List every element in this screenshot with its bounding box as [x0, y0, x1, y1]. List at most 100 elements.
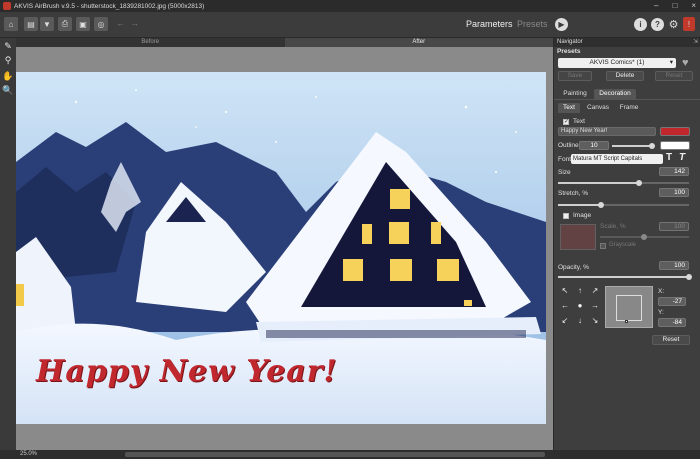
tab-divider: [554, 99, 700, 100]
preset-selected: AKVIS Comics* (1): [589, 59, 645, 66]
tab-text[interactable]: Text: [558, 103, 580, 113]
zoom-level[interactable]: 25.0%: [20, 451, 37, 457]
hand-icon[interactable]: ✋: [2, 70, 14, 82]
app-logo-icon: [3, 2, 11, 10]
close-button[interactable]: ×: [691, 1, 696, 10]
bold-icon[interactable]: T: [666, 152, 672, 163]
position-marker[interactable]: [625, 320, 628, 323]
outline-value[interactable]: 10: [579, 141, 609, 150]
outline-label: Outline: [558, 142, 579, 149]
tab-canvas[interactable]: Canvas: [584, 103, 612, 113]
heart-icon[interactable]: ♥: [682, 57, 689, 69]
tab-before[interactable]: Before: [16, 38, 285, 47]
opacity-slider[interactable]: [558, 274, 692, 280]
greeting-text[interactable]: Happy New Year!: [36, 354, 338, 389]
title-bar: AKVIS AirBrush v.9.5 - shutterstock_1839…: [0, 0, 700, 12]
outline-slider[interactable]: [612, 143, 655, 149]
size-label: Size: [558, 169, 571, 176]
arrow-up-right-icon[interactable]: ↗: [590, 286, 600, 296]
image-checkbox[interactable]: [563, 213, 569, 219]
position-arrow-pad: ↖ ↑ ↗ ← ● → ↙ ↓ ↘: [560, 286, 600, 326]
text-input[interactable]: Happy New Year!: [558, 127, 656, 136]
settings-panel: Navigator ⇲ Presets AKVIS Comics* (1) ▾ …: [553, 38, 700, 450]
settings-icon[interactable]: ⚙: [667, 18, 680, 31]
font-dropdown[interactable]: Matura MT Script Capitals: [571, 154, 663, 164]
stretch-slider[interactable]: [558, 202, 689, 208]
stamp-icon[interactable]: ⚲: [2, 54, 14, 66]
save-preset-button[interactable]: Save: [558, 71, 592, 81]
batch-icon[interactable]: ▣: [76, 17, 90, 31]
arrow-down-right-icon[interactable]: ↘: [590, 316, 600, 326]
brush-icon[interactable]: ✎: [2, 40, 14, 52]
reset-preset-button[interactable]: Reset: [655, 71, 693, 81]
y-label: Y:: [658, 309, 664, 316]
image-thumbnail[interactable]: [560, 224, 596, 250]
save-icon[interactable]: ▼: [40, 17, 54, 31]
arrow-down-icon[interactable]: ↓: [575, 316, 585, 326]
text-checkbox-label: Text: [573, 118, 585, 125]
window-controls: – □ ×: [654, 1, 696, 10]
stretch-value[interactable]: 100: [659, 188, 689, 197]
size-slider[interactable]: [558, 180, 689, 186]
play-icon[interactable]: ▶: [555, 18, 568, 31]
text-color-swatch[interactable]: [660, 127, 690, 136]
text-checkbox[interactable]: ✓: [563, 119, 569, 125]
reset-position-button[interactable]: Reset: [652, 335, 690, 345]
left-tool-panel: ✎ ⚲ ✋ 🔍: [0, 38, 16, 450]
arrow-left-icon[interactable]: ←: [560, 301, 570, 311]
info-icon[interactable]: i: [634, 18, 647, 31]
image-checkbox-label: Image: [573, 212, 592, 219]
tab-painting[interactable]: Painting: [558, 89, 592, 99]
opacity-value[interactable]: 100: [659, 261, 689, 270]
opacity-label: Opacity, %: [558, 264, 589, 271]
redo-icon[interactable]: →: [130, 18, 139, 28]
arrow-up-icon[interactable]: ↑: [575, 286, 585, 296]
maximize-button[interactable]: □: [672, 1, 677, 10]
help-icon[interactable]: ?: [651, 18, 664, 31]
position-grid[interactable]: [605, 286, 653, 328]
print-icon[interactable]: ⎙: [58, 17, 72, 31]
x-label: X:: [658, 288, 665, 295]
tab-parameters[interactable]: Parameters: [466, 19, 513, 29]
navigator-title: Navigator: [557, 39, 583, 45]
tab-decoration[interactable]: Decoration: [594, 89, 636, 99]
main-toolbar: ⌂ ▤ ▼ ⎙ ▣ ◎ ← → Parameters Presets ▶ i ?…: [0, 12, 700, 38]
share-icon[interactable]: ◎: [94, 17, 108, 31]
scale-slider[interactable]: [600, 234, 689, 240]
tab-presets[interactable]: Presets: [517, 19, 548, 29]
presets-label: Presets: [557, 48, 581, 55]
delete-preset-button[interactable]: Delete: [606, 71, 644, 81]
before-after-bar: Before After: [16, 38, 553, 47]
tab-frame[interactable]: Frame: [616, 103, 642, 113]
result-image: Happy New Year!: [16, 72, 546, 424]
navigator-header[interactable]: Navigator ⇲: [554, 38, 700, 47]
font-label: Font: [558, 156, 572, 163]
arrow-down-left-icon[interactable]: ↙: [560, 316, 570, 326]
scale-value[interactable]: 100: [659, 222, 689, 231]
x-value[interactable]: -27: [658, 297, 686, 306]
status-bar: 25.0%: [0, 450, 700, 459]
italic-icon[interactable]: T: [679, 152, 685, 163]
center-icon[interactable]: ●: [575, 301, 585, 311]
open-file-icon[interactable]: ▤: [24, 17, 38, 31]
chevron-down-icon: ▾: [669, 59, 673, 66]
collapse-icon[interactable]: ⇲: [693, 38, 698, 47]
undo-icon[interactable]: ←: [116, 18, 125, 28]
horizontal-scrollbar[interactable]: [125, 452, 545, 457]
notifications-icon[interactable]: !: [683, 17, 695, 31]
grayscale-checkbox[interactable]: [600, 243, 606, 249]
font-selected: Matura MT Script Capitals: [573, 156, 643, 162]
home-icon[interactable]: ⌂: [4, 17, 18, 31]
scale-label: Scale, %: [600, 223, 626, 230]
arrow-right-icon[interactable]: →: [590, 301, 600, 311]
outline-color-swatch[interactable]: [660, 141, 690, 150]
tab-after[interactable]: After: [284, 38, 553, 47]
y-value[interactable]: -84: [658, 318, 686, 327]
preset-dropdown[interactable]: AKVIS Comics* (1) ▾: [558, 58, 676, 68]
zoom-icon[interactable]: 🔍: [2, 84, 14, 96]
size-value[interactable]: 142: [659, 167, 689, 176]
grayscale-label: Grayscale: [609, 242, 637, 248]
minimize-button[interactable]: –: [654, 1, 658, 10]
arrow-up-left-icon[interactable]: ↖: [560, 286, 570, 296]
canvas-area[interactable]: Happy New Year!: [16, 47, 553, 450]
